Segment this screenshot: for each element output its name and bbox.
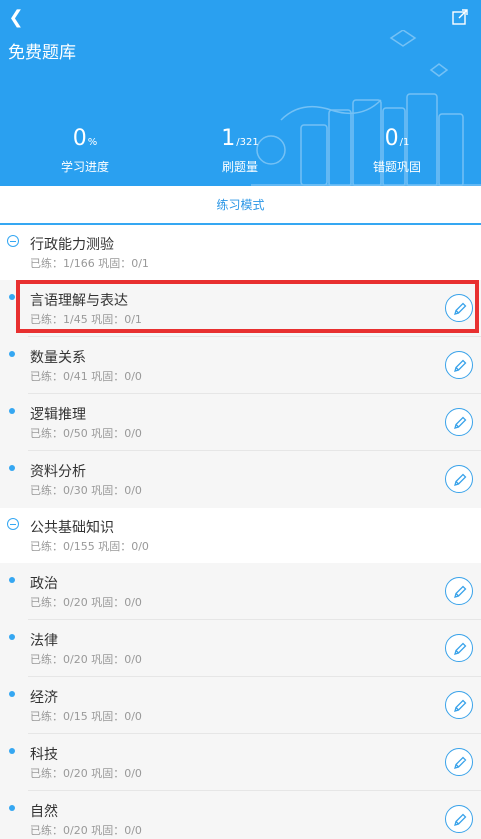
group-title: 公共基础知识 (30, 520, 114, 536)
group-header[interactable]: 公共基础知识 已练：0/155 巩固：0/0 (0, 508, 481, 563)
pencil-icon[interactable] (445, 577, 473, 605)
group-progress: 已练：0/155 巩固：0/0 (30, 540, 149, 553)
item-name: 言语理解与表达 (30, 293, 128, 309)
pencil-icon[interactable] (445, 351, 473, 379)
timeline-dot (9, 748, 15, 754)
pencil-icon[interactable] (445, 691, 473, 719)
item-progress: 已练：0/20 巩固：0/0 (30, 767, 142, 780)
back-icon[interactable]: ❮ (6, 6, 26, 30)
list-item[interactable]: 政治 已练：0/20 巩固：0/0 (0, 563, 481, 620)
timeline-dot (9, 294, 15, 300)
item-name: 自然 (30, 804, 58, 820)
timeline-dot (9, 691, 15, 697)
stats-bar: 0% 学习进度 1/321 刷题量 0/1 错题巩固 (0, 126, 481, 178)
pencil-icon[interactable] (445, 634, 473, 662)
item-progress: 已练：0/41 巩固：0/0 (30, 370, 142, 383)
item-progress: 已练：0/30 巩固：0/0 (30, 484, 142, 497)
group-title: 行政能力测验 (30, 237, 114, 253)
item-name: 经济 (30, 690, 58, 706)
item-progress: 已练：0/20 巩固：0/0 (30, 596, 142, 609)
timeline-dot (9, 805, 15, 811)
list-item[interactable]: 科技 已练：0/20 巩固：0/0 (0, 734, 481, 791)
page-title: 免费题库 (8, 43, 76, 63)
stat-question-count: 1/321 刷题量 (221, 126, 259, 174)
pencil-icon[interactable] (445, 748, 473, 776)
list-item[interactable]: 逻辑推理 已练：0/50 巩固：0/0 (0, 394, 481, 451)
pencil-icon[interactable] (445, 408, 473, 436)
list-item[interactable]: 自然 已练：0/20 巩固：0/0 (0, 791, 481, 839)
item-name: 资料分析 (30, 464, 86, 480)
stat-progress: 0% 学习进度 (60, 126, 109, 174)
item-name: 法律 (30, 633, 58, 649)
item-name: 科技 (30, 747, 58, 763)
item-name: 数量关系 (30, 350, 86, 366)
header: ❮ 免费题库 0% 学习进度 1/321 刷题量 0/1 错题巩固 (0, 0, 481, 186)
timeline-dot (9, 465, 15, 471)
list-item[interactable]: 法律 已练：0/20 巩固：0/0 (0, 620, 481, 677)
item-progress: 已练：0/20 巩固：0/0 (30, 653, 142, 666)
pencil-icon[interactable] (445, 465, 473, 493)
tab-practice-mode[interactable]: 练习模式 (0, 186, 481, 225)
group-header[interactable]: 行政能力测验 已练：1/166 巩固：0/1 (0, 225, 481, 280)
pencil-icon[interactable] (445, 805, 473, 833)
item-progress: 已练：1/45 巩固：0/1 (30, 313, 142, 326)
item-name: 逻辑推理 (30, 407, 86, 423)
timeline-dot (9, 408, 15, 414)
timeline-dot (9, 577, 15, 583)
list-item[interactable]: 言语理解与表达 已练：1/45 巩固：0/1 (0, 280, 481, 337)
pencil-icon[interactable] (445, 294, 473, 322)
collapse-icon[interactable] (7, 518, 19, 530)
topic-list: 行政能力测验 已练：1/166 巩固：0/1 言语理解与表达 已练：1/45 巩… (0, 225, 481, 839)
group-progress: 已练：1/166 巩固：0/1 (30, 257, 149, 270)
share-icon[interactable] (451, 8, 471, 28)
item-progress: 已练：0/50 巩固：0/0 (30, 427, 142, 440)
list-item[interactable]: 数量关系 已练：0/41 巩固：0/0 (0, 337, 481, 394)
list-item[interactable]: 经济 已练：0/15 巩固：0/0 (0, 677, 481, 734)
item-name: 政治 (30, 576, 58, 592)
collapse-icon[interactable] (7, 235, 19, 247)
item-progress: 已练：0/15 巩固：0/0 (30, 710, 142, 723)
item-progress: 已练：0/20 巩固：0/0 (30, 824, 142, 837)
timeline-dot (9, 634, 15, 640)
list-item[interactable]: 资料分析 已练：0/30 巩固：0/0 (0, 451, 481, 508)
timeline-dot (9, 351, 15, 357)
stat-mistakes[interactable]: 0/1 错题巩固 (327, 126, 467, 175)
